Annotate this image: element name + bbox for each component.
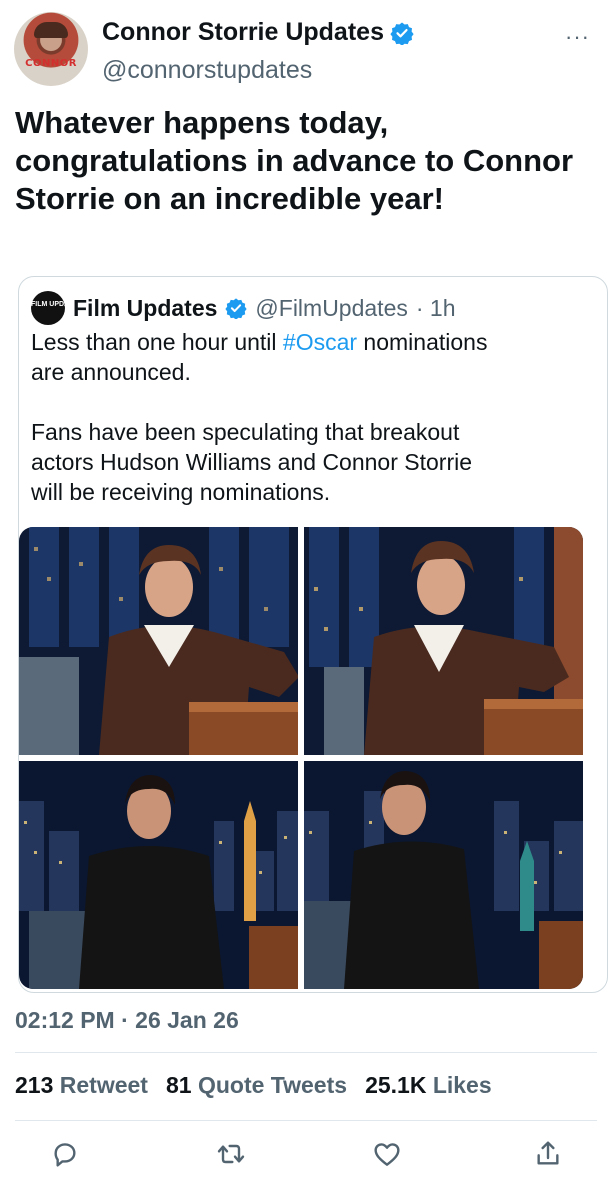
quoted-text-part1: Less than one hour until xyxy=(31,329,283,355)
quote-tweets-label: Quote Tweets xyxy=(197,1072,348,1098)
verified-badge-icon xyxy=(225,298,248,319)
more-options-icon[interactable]: ··· xyxy=(565,24,590,50)
quoted-author-avatar: FILM UPDATES xyxy=(31,291,82,325)
verified-badge-icon xyxy=(390,22,414,45)
photo-3[interactable] xyxy=(19,761,298,989)
quoted-author-name: Film Updates xyxy=(73,294,218,321)
avatar-brand-text: CONNOR xyxy=(25,58,77,69)
photo-2[interactable] xyxy=(304,527,583,755)
oscar-hashtag-link[interactable]: #Oscar xyxy=(283,329,357,355)
quoted-tweet-header: FILM UPDATES Film Updates @FilmUpdates ·… xyxy=(31,291,456,325)
author-avatar[interactable]: CONNOR xyxy=(14,12,88,86)
photo-grid xyxy=(19,527,584,991)
reply-icon[interactable] xyxy=(49,1138,81,1170)
tweet-timestamp: 02:12 PM · 26 Jan 26 xyxy=(15,1007,239,1033)
photo-4[interactable] xyxy=(304,761,583,989)
retweet-count: 213 xyxy=(15,1072,54,1098)
author-name-row[interactable]: Connor Storrie Updates xyxy=(102,18,414,47)
quoted-tweet-time: · 1h xyxy=(415,294,456,321)
quote-tweets-stat[interactable]: 81 Quote Tweets xyxy=(166,1072,347,1099)
retweet-icon[interactable] xyxy=(215,1138,247,1170)
likes-label: Likes xyxy=(432,1072,492,1098)
heart-icon[interactable] xyxy=(371,1138,403,1170)
quoted-author-handle: @FilmUpdates xyxy=(255,294,408,321)
retweet-label: Retweet xyxy=(59,1072,148,1098)
tweet-header: CONNOR Connor Storrie Updates @connorstu… xyxy=(0,0,612,100)
divider xyxy=(15,1120,597,1121)
author-display-name[interactable]: Connor Storrie Updates xyxy=(102,18,384,47)
photo-1[interactable] xyxy=(19,527,298,755)
author-handle[interactable]: @connorstupdates xyxy=(102,56,312,85)
share-icon[interactable] xyxy=(532,1138,564,1170)
action-bar xyxy=(0,1138,612,1174)
retweet-stat[interactable]: 213 Retweet xyxy=(15,1072,148,1099)
avatar-hair xyxy=(34,22,68,38)
engagement-stats: 213 Retweet 81 Quote Tweets 25.1K Likes xyxy=(15,1072,510,1099)
quote-tweets-count: 81 xyxy=(165,1072,192,1098)
likes-stat[interactable]: 25.1K Likes xyxy=(365,1072,492,1099)
divider xyxy=(15,1052,597,1053)
tweet-text: Whatever happens today, congratulations … xyxy=(15,105,574,216)
quoted-tweet-text: Less than one hour until #Oscar nominati… xyxy=(31,327,591,507)
likes-count: 25.1K xyxy=(365,1072,427,1098)
quoted-tweet-card[interactable]: FILM UPDATES Film Updates @FilmUpdates ·… xyxy=(18,276,608,993)
quoted-text-part2: nominations are announced. Fans have bee… xyxy=(31,329,488,505)
